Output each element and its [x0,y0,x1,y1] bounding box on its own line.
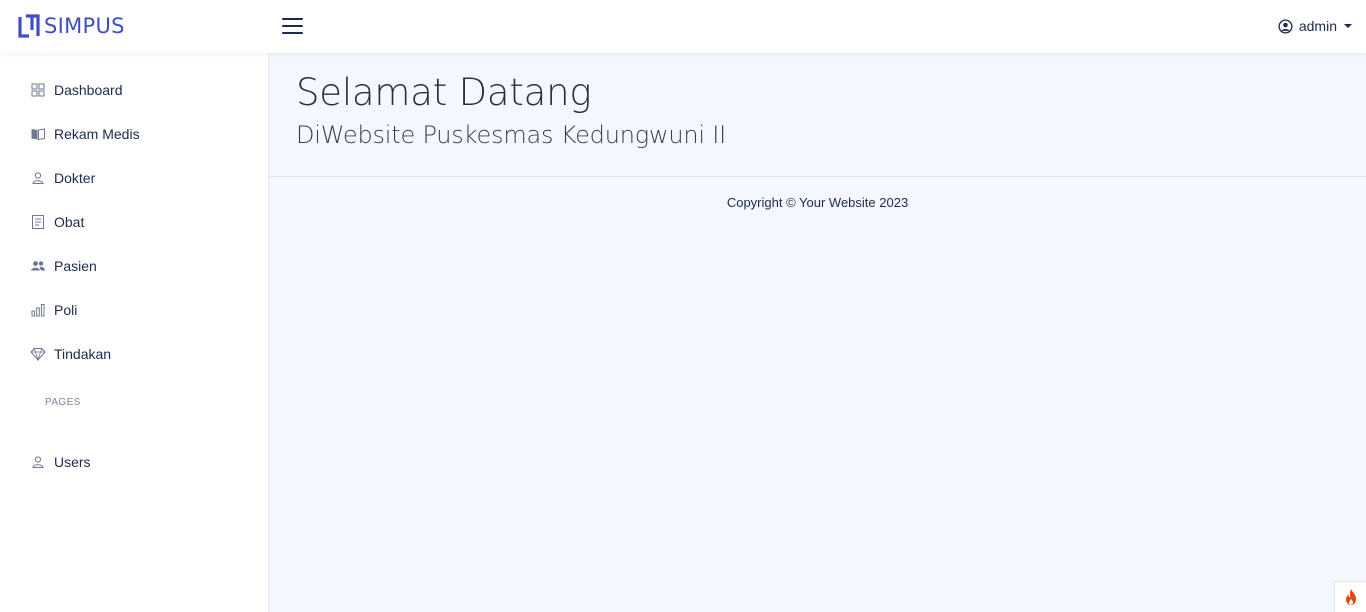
diamond-icon [30,348,46,362]
sidebar-item-poli[interactable]: Poli [30,297,250,323]
sidebar-item-rekam-medis[interactable]: Rekam Medis [30,121,250,147]
sidebar-item-label: Dokter [54,170,96,186]
sidebar-item-label: Pasien [54,258,97,274]
sidebar-section-heading: PAGES [45,397,81,408]
top-navbar: SIMPUS admin [0,0,1366,53]
user-icon [32,172,44,184]
receipt-icon [32,215,44,229]
sidebar-item-tindakan[interactable]: Tindakan [30,341,250,367]
sidebar-item-pasien[interactable]: Pasien [30,253,250,279]
page-subtitle: DiWebsite Puskesmas Kedungwuni II [296,121,727,149]
grid-icon [31,83,45,97]
sidebar: Dashboard Rekam Medis Dokter Obat Pasien… [0,53,269,612]
floating-action-button[interactable] [1334,581,1366,612]
users-icon [31,261,45,271]
sidebar-item-label: Dashboard [54,82,123,98]
brand-name: SIMPUS [44,14,125,38]
book-open-icon [31,128,45,141]
sidebar-item-label: Poli [54,302,78,318]
sidebar-item-label: Rekam Medis [54,126,140,142]
sidebar-item-users[interactable]: Users [30,449,250,475]
sidebar-item-label: Users [54,454,91,470]
hamburger-menu-icon[interactable] [282,16,304,36]
bar-chart-icon [31,304,45,317]
logo-mark-icon [18,14,40,38]
sidebar-item-dashboard[interactable]: Dashboard [30,77,250,103]
user-circle-icon [1278,18,1293,34]
flame-icon [1345,589,1356,605]
footer-copyright: Copyright © Your Website 2023 [726,195,909,210]
page-title: Selamat Datang [296,71,592,114]
user-dropdown[interactable]: admin [1278,15,1352,37]
chevron-down-icon [1344,24,1352,28]
divider [269,176,1366,177]
brand-logo[interactable]: SIMPUS [18,12,125,40]
user-icon [32,456,44,468]
user-name: admin [1298,18,1337,34]
sidebar-item-dokter[interactable]: Dokter [30,165,250,191]
sidebar-item-obat[interactable]: Obat [30,209,250,235]
sidebar-item-label: Tindakan [54,346,112,362]
sidebar-item-label: Obat [54,214,85,230]
main-content: Selamat Datang DiWebsite Puskesmas Kedun… [269,53,1366,612]
